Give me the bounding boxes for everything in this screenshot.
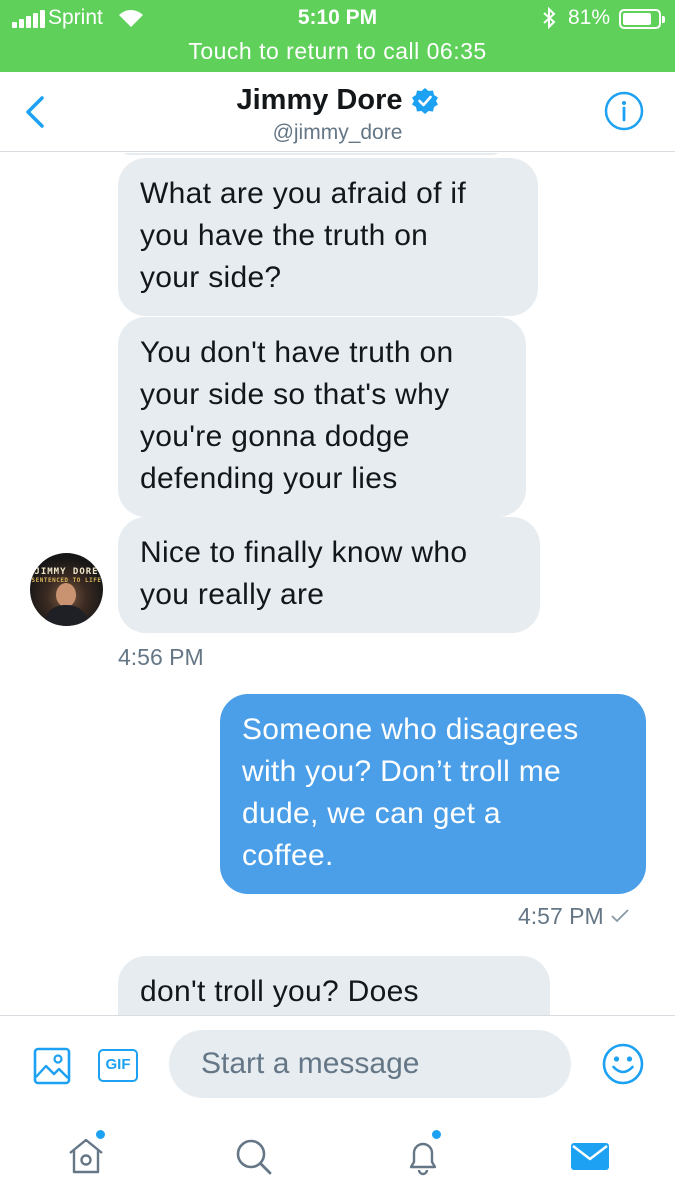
message-line: dude, we can get a: [242, 797, 501, 830]
incoming-message[interactable]: Nice to finally know who you really are: [118, 517, 540, 633]
battery-icon: [619, 9, 665, 29]
message-line: you're gonna dodge: [140, 420, 410, 453]
image-icon: [33, 1047, 71, 1085]
verified-badge-icon: [411, 87, 439, 115]
display-name: Jimmy Dore: [236, 84, 438, 117]
message-line: with you? Don’t troll me: [242, 755, 561, 788]
message-input[interactable]: [169, 1030, 571, 1098]
incoming-message[interactable]: don't troll you? Does: [118, 956, 550, 1015]
message-line: you really are: [140, 578, 325, 611]
tab-notifications[interactable]: [401, 1130, 445, 1178]
notifications-icon: [409, 1142, 437, 1176]
message-line: you have the truth on: [140, 219, 429, 252]
tab-search[interactable]: [231, 1134, 275, 1178]
message-line: your side so that's why: [140, 378, 450, 411]
home-icon: [69, 1138, 103, 1174]
display-name-text: Jimmy Dore: [236, 84, 403, 116]
message-line: defending your lies: [140, 462, 398, 495]
previous-message-bubble: [118, 153, 504, 155]
battery-percent: 81%: [568, 6, 611, 29]
bluetooth-icon: [542, 6, 556, 35]
message-thread[interactable]: What are you afraid of if you have the t…: [0, 153, 675, 1015]
user-handle: @jimmy_dore: [272, 121, 403, 144]
avatar[interactable]: JIMMY DORE SENTENCED TO LIFE: [30, 553, 103, 626]
message-line: You don't have truth on: [140, 336, 454, 369]
tab-bar: [0, 1112, 675, 1200]
info-button[interactable]: [603, 90, 645, 132]
message-timestamp: 4:56 PM: [118, 644, 204, 670]
message-line: don't troll you? Does: [140, 975, 419, 1008]
message-line: Someone who disagrees: [242, 713, 579, 746]
tab-messages[interactable]: [568, 1134, 612, 1178]
message-line: your side?: [140, 261, 282, 294]
notifications-dot: [432, 1130, 441, 1139]
messages-icon: [571, 1143, 609, 1170]
contact-info[interactable]: Jimmy Dore @jimmy_dore: [0, 84, 675, 145]
incoming-message[interactable]: What are you afraid of if you have the t…: [118, 158, 538, 316]
tab-home[interactable]: [64, 1130, 108, 1178]
smiley-icon: [602, 1043, 644, 1085]
check-icon: [610, 903, 630, 930]
home-notification-dot: [96, 1130, 105, 1139]
conversation-header: Jimmy Dore @jimmy_dore: [0, 72, 675, 152]
status-bar: Sprint 5:10 PM 81% Touch to return to ca…: [0, 0, 675, 72]
media-button[interactable]: [33, 1047, 71, 1085]
message-line: What are you afraid of if: [140, 177, 466, 210]
message-timestamp: 4:57 PM: [518, 903, 630, 930]
outgoing-message[interactable]: Someone who disagrees with you? Don’t tr…: [220, 694, 646, 894]
outgoing-timestamp: 4:57 PM: [518, 903, 604, 929]
message-line: Nice to finally know who: [140, 536, 468, 569]
return-to-call-banner[interactable]: Touch to return to call 06:35: [0, 38, 675, 65]
info-icon: [604, 91, 644, 131]
message-composer: GIF: [0, 1015, 675, 1112]
message-line: coffee.: [242, 839, 334, 872]
gif-button[interactable]: GIF: [98, 1049, 138, 1082]
emoji-button[interactable]: [601, 1042, 645, 1086]
incoming-message[interactable]: You don't have truth on your side so tha…: [118, 317, 526, 517]
search-icon: [236, 1139, 272, 1175]
